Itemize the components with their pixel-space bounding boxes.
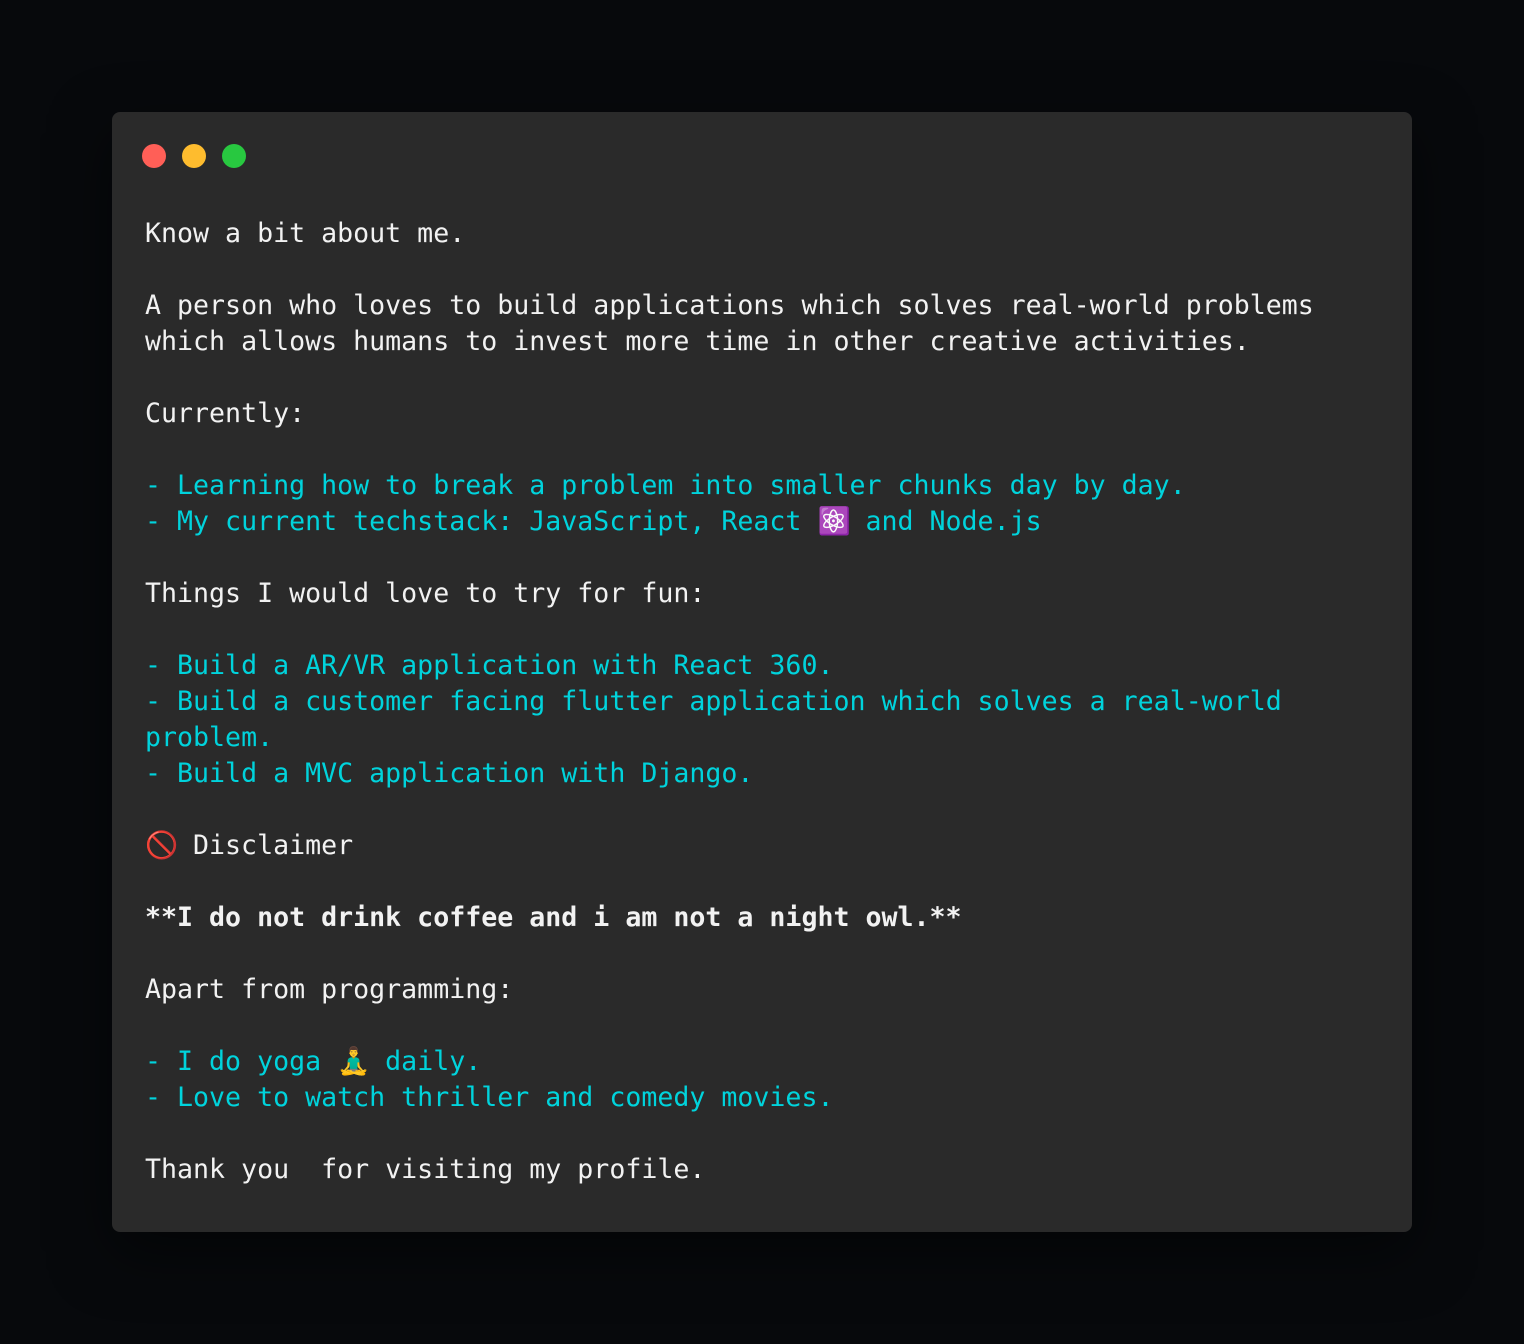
disclaimer-heading: 🚫 Disclaimer [145, 828, 1314, 864]
closing-line: Thank you for visiting my profile. [145, 1154, 706, 1185]
list-item-continuation: problem. [145, 722, 274, 753]
list-item: - Build a MVC application with Django. [145, 758, 754, 789]
list-item-text: - I do yoga [145, 1046, 338, 1077]
list-item: - Build a AR/VR application with React 3… [145, 650, 834, 681]
bio-line: A person who loves to build applications… [145, 290, 1314, 321]
list-item-text: and Node.js [849, 506, 1042, 537]
list-item: - My current techstack: JavaScript, Reac… [145, 504, 1314, 540]
maximize-button[interactable] [222, 144, 246, 168]
code-content: Know a bit about me. A person who loves … [145, 216, 1314, 1188]
bio-line: which allows humans to invest more time … [145, 326, 1250, 357]
yoga-icon: 🧘‍♂️ [337, 1046, 371, 1077]
atom-icon: ⚛️ [817, 506, 851, 537]
list-item: - Love to watch thriller and comedy movi… [145, 1082, 834, 1113]
list-item: - Learning how to break a problem into s… [145, 470, 1186, 501]
apart-heading: Apart from programming: [145, 974, 514, 1005]
intro-line: Know a bit about me. [145, 218, 466, 249]
list-item: - Build a customer facing flutter applic… [145, 686, 1282, 717]
currently-heading: Currently: [145, 398, 306, 429]
list-item-text: daily. [369, 1046, 482, 1077]
prohibited-icon: 🚫 [145, 830, 179, 861]
close-button[interactable] [142, 144, 166, 168]
list-item: - I do yoga 🧘‍♂️ daily. [145, 1044, 1314, 1080]
disclaimer-label: Disclaimer [177, 830, 354, 861]
list-item-text: - My current techstack: JavaScript, Reac… [145, 506, 818, 537]
disclaimer-text: **I do not drink coffee and i am not a n… [145, 902, 962, 933]
terminal-window: Know a bit about me. A person who loves … [112, 112, 1412, 1232]
fun-heading: Things I would love to try for fun: [145, 578, 706, 609]
minimize-button[interactable] [182, 144, 206, 168]
